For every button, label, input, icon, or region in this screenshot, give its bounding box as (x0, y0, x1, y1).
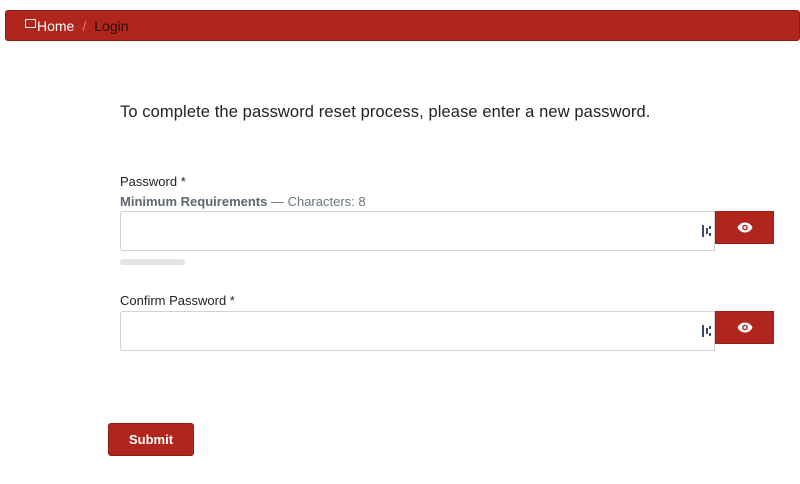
password-toggle-button[interactable] (715, 211, 774, 244)
breadcrumb-home-link[interactable]: Home (25, 18, 74, 34)
password-manager-icon[interactable] (702, 225, 712, 237)
home-icon (25, 19, 36, 28)
submit-button[interactable]: Submit (108, 423, 194, 456)
password-input[interactable] (120, 211, 715, 251)
breadcrumb-home-label: Home (37, 17, 75, 34)
requirements-detail: — Characters: 8 (267, 194, 366, 209)
requirements-title: Minimum Requirements (120, 194, 268, 209)
confirm-password-label: Confirm Password * (120, 293, 235, 308)
password-requirements: Minimum Requirements — Characters: 8 (120, 194, 366, 209)
breadcrumb: Home / Login (5, 10, 800, 41)
confirm-password-input[interactable] (120, 311, 715, 351)
eye-icon (737, 322, 752, 333)
eye-icon (737, 222, 752, 233)
intro-text: To complete the password reset process, … (120, 103, 651, 121)
password-strength-meter (120, 259, 185, 265)
confirm-password-toggle-button[interactable] (715, 311, 774, 344)
password-manager-icon[interactable] (702, 325, 712, 337)
breadcrumb-separator: / (82, 17, 87, 34)
password-label: Password * (120, 174, 186, 189)
breadcrumb-current: Login (94, 17, 129, 34)
